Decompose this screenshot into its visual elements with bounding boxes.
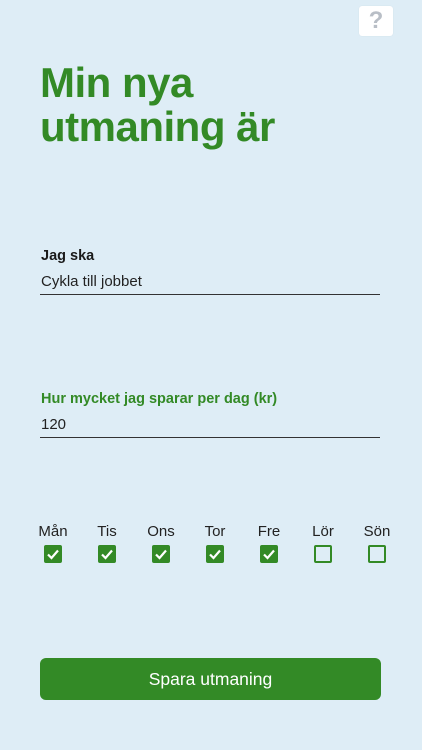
page-title: Min nya utmaning är xyxy=(40,61,400,149)
day-checkbox-thursday[interactable] xyxy=(206,545,224,563)
day-checkbox-monday[interactable] xyxy=(44,545,62,563)
savings-input[interactable] xyxy=(40,412,380,438)
day-label: Lör xyxy=(312,523,334,540)
day-checkbox-saturday[interactable] xyxy=(314,545,332,563)
day-label: Mån xyxy=(38,523,68,540)
weekday-selector: Mån Tis Ons Tor Fre Lör Sön xyxy=(30,522,400,563)
day-checkbox-wednesday[interactable] xyxy=(152,545,170,563)
day-saturday: Lör xyxy=(300,522,346,563)
page-title-line2: utmaning är xyxy=(40,103,275,150)
day-label: Fre xyxy=(257,523,281,540)
day-friday: Fre xyxy=(246,522,292,563)
day-label: Sön xyxy=(363,523,391,540)
activity-input[interactable] xyxy=(40,269,380,295)
question-icon: ? xyxy=(368,7,384,34)
challenge-screen: ? Min nya utmaning är Jag ska Hur mycket… xyxy=(0,0,422,750)
checkmark-icon xyxy=(47,549,59,560)
savings-label: Hur mycket jag sparar per dag (kr) xyxy=(41,391,278,407)
day-label: Ons xyxy=(147,523,175,540)
checkmark-icon xyxy=(155,549,167,560)
day-monday: Mån xyxy=(30,522,76,563)
checkmark-icon xyxy=(209,549,221,560)
day-checkbox-tuesday[interactable] xyxy=(98,545,116,563)
checkmark-icon xyxy=(101,549,113,560)
day-tuesday: Tis xyxy=(84,522,130,563)
day-checkbox-friday[interactable] xyxy=(260,545,278,563)
day-wednesday: Ons xyxy=(138,522,184,563)
checkmark-icon xyxy=(263,549,275,560)
day-sunday: Sön xyxy=(354,522,400,563)
page-title-line1: Min nya xyxy=(40,59,193,106)
activity-label: Jag ska xyxy=(41,248,95,264)
day-checkbox-sunday[interactable] xyxy=(368,545,386,563)
help-button[interactable]: ? xyxy=(359,6,393,36)
save-challenge-button[interactable]: Spara utmaning xyxy=(40,658,381,700)
day-thursday: Tor xyxy=(192,522,238,563)
day-label: Tor xyxy=(204,523,226,540)
day-label: Tis xyxy=(97,523,117,540)
